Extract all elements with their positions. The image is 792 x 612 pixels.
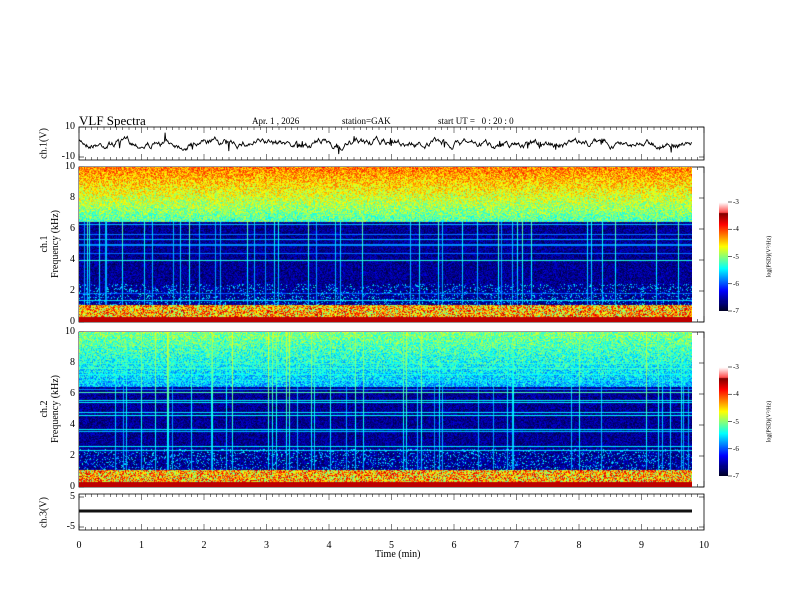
x-tick-label: 5 bbox=[389, 540, 394, 551]
y-tick-label: 6 bbox=[70, 223, 75, 234]
y-tick-label: 2 bbox=[70, 450, 75, 461]
ch2-colorbar bbox=[719, 367, 728, 476]
date-label: Apr. 1 , 2026 bbox=[252, 116, 300, 126]
colorbar-tick-label: -7 bbox=[733, 472, 739, 480]
x-tick-label: 4 bbox=[326, 540, 332, 551]
colorbar-tick-label: -3 bbox=[733, 198, 739, 206]
y-tick-label: 10 bbox=[65, 121, 75, 132]
x-axis-label: Time (min) bbox=[375, 549, 421, 560]
x-tick-label: 1 bbox=[139, 540, 144, 551]
ch1-colorbar-label: log(PSD)(V²/Hz) bbox=[766, 235, 773, 278]
colorbar-tick-label: -5 bbox=[733, 252, 739, 261]
ch2-spec-ylabel: ch.2 Frequency (kHz) bbox=[39, 374, 61, 444]
y-tick-label: 6 bbox=[70, 388, 75, 399]
colorbar-tick-label: -6 bbox=[733, 444, 739, 453]
ch1-spectrogram bbox=[79, 167, 692, 322]
colorbar-tick-label: -4 bbox=[733, 390, 739, 399]
plot-title: VLF Spectra bbox=[79, 113, 146, 128]
ch1-spec-ylabel: ch.1 Frequency (kHz) bbox=[39, 209, 61, 279]
y-tick-label: 8 bbox=[70, 357, 75, 368]
ch1-colorbar bbox=[719, 202, 728, 311]
y-tick-label: 10 bbox=[65, 326, 75, 337]
ch3-ylabel: ch.3(V) bbox=[38, 497, 50, 528]
start-ut-label: start UT = 0 : 20 : 0 bbox=[438, 116, 514, 126]
x-tick-label: 9 bbox=[639, 540, 644, 551]
colorbar-tick-label: -6 bbox=[733, 279, 739, 288]
x-tick-label: 8 bbox=[576, 540, 582, 551]
ch3-waveform-line bbox=[79, 509, 692, 513]
x-tick-label: 2 bbox=[201, 540, 207, 551]
colorbar-tick-label: -5 bbox=[733, 417, 739, 426]
x-tick-label: 7 bbox=[514, 540, 519, 551]
y-tick-label: 5 bbox=[70, 491, 75, 502]
y-tick-label: 2 bbox=[70, 285, 75, 296]
ch2-colorbar-label: log(PSD)(V²/Hz) bbox=[766, 400, 773, 443]
colorbar-tick-label: -4 bbox=[733, 225, 739, 234]
ch1-waveform-line bbox=[78, 132, 692, 155]
y-tick-label: 8 bbox=[70, 192, 75, 203]
ch2-spectrogram bbox=[79, 332, 692, 487]
station-label: station=GAK bbox=[342, 116, 391, 126]
y-tick-label: -5 bbox=[66, 521, 75, 532]
x-tick-label: 3 bbox=[264, 540, 269, 551]
y-tick-label: 4 bbox=[70, 254, 75, 265]
colorbar-tick-label: -3 bbox=[733, 363, 739, 371]
colorbar-tick-label: -7 bbox=[733, 307, 739, 315]
x-tick-label: 10 bbox=[699, 540, 709, 551]
y-tick-label: 10 bbox=[65, 161, 75, 172]
x-tick-label: 6 bbox=[451, 540, 457, 551]
y-tick-label: 4 bbox=[70, 419, 75, 430]
x-tick-label: 0 bbox=[76, 540, 82, 551]
ch1-ylabel: ch.1(V) bbox=[38, 128, 50, 159]
